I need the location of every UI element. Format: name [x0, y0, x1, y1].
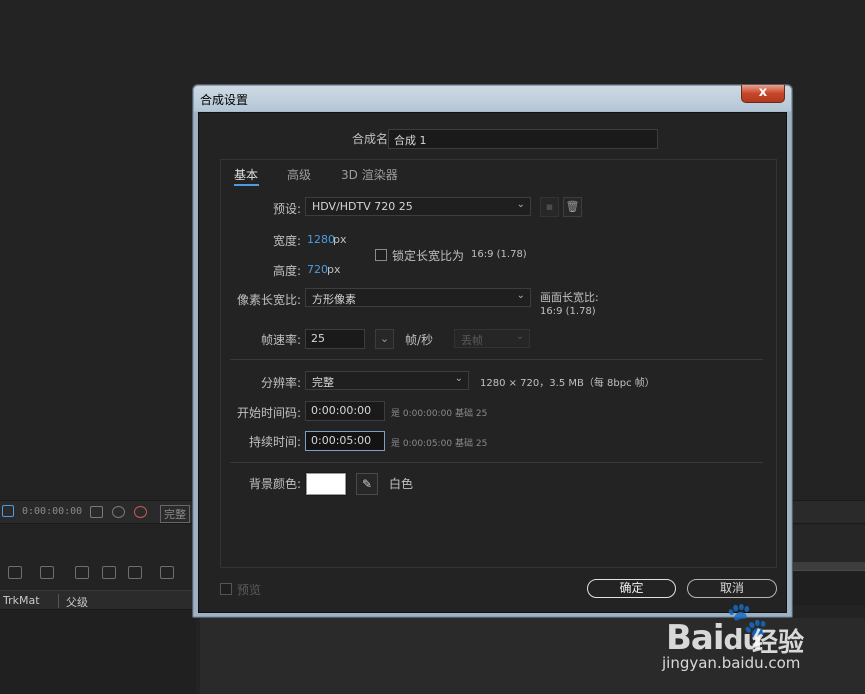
dialog-title: 合成设置 [200, 93, 249, 107]
start-timecode-label: 开始时间码: [236, 406, 301, 420]
timecode-display[interactable]: 0:00:00:00 [22, 506, 82, 517]
pixel-aspect-label: 像素长宽比: [236, 293, 301, 307]
region-icon[interactable] [2, 505, 14, 517]
width-label: 宽度: [272, 234, 301, 248]
frame-rate-label: 帧速率: [260, 333, 301, 347]
background-color-label: 背景颜色: [248, 477, 301, 491]
divider [230, 462, 763, 463]
dialog-body: 合成名称: 合成 1 基本 高级 3D 渲染器 预设: HDV/HDTV 720… [198, 112, 787, 613]
watermark-url: jingyan.baidu.com [662, 654, 801, 672]
tab-advanced[interactable]: 高级 [287, 166, 311, 183]
preset-select[interactable]: HDV/HDTV 720 25 ⌄ [305, 197, 531, 216]
composition-settings-dialog: 合成设置 x 合成名称: 合成 1 基本 高级 3D 渲染器 预设: HDV/H… [192, 84, 793, 618]
preview-label: 预览 [237, 583, 262, 597]
parent-column[interactable]: 父级 [66, 594, 88, 610]
height-value[interactable]: 720 [307, 263, 328, 276]
resolution-label: 分辨率: [260, 376, 301, 390]
comp-name-input[interactable]: 合成 1 [388, 129, 658, 149]
3d-layer-icon[interactable] [40, 566, 54, 579]
frame-blend-icon[interactable] [75, 566, 89, 579]
drop-frame-value: 丢帧 [461, 334, 483, 347]
preset-value: HDV/HDTV 720 25 [312, 200, 413, 213]
tab-3d-renderer[interactable]: 3D 渲染器 [341, 166, 398, 183]
render-quality-select[interactable]: 完整 [160, 505, 190, 523]
frame-aspect-label: 画面长宽比: [540, 291, 599, 304]
width-value[interactable]: 1280 [307, 233, 335, 246]
baidu-jingyan-watermark: Baidu 🐾 经验 jingyan.baidu.com [660, 600, 860, 690]
start-timecode-is: 是 0:00:00:00 [391, 409, 453, 419]
frame-rate-input[interactable]: 25 [305, 329, 365, 349]
timeline-column-headers: TrkMat 父级 [0, 590, 195, 610]
background-color-name: 白色 [389, 477, 414, 491]
start-timecode-input[interactable]: 0:00:00:00 [305, 401, 385, 421]
layer-list-area [0, 610, 196, 694]
resolution-value: 完整 [312, 376, 334, 389]
preset-label: 预设: [272, 202, 301, 216]
settings-panel [220, 159, 777, 568]
chevron-down-icon: ⌄ [454, 373, 463, 384]
lock-aspect-checkbox[interactable] [375, 249, 387, 261]
height-unit: px [327, 263, 341, 276]
chevron-down-icon: ⌄ [516, 199, 525, 210]
eyedropper-icon[interactable]: ✎ [356, 473, 378, 495]
resolution-info: 1280 × 720，3.5 MB（每 8bpc 帧） [480, 378, 655, 389]
timeline-ruler [790, 525, 865, 565]
preview-checkbox[interactable] [220, 583, 232, 595]
duration-input[interactable]: 0:00:05:00 [305, 431, 385, 451]
pixel-aspect-select[interactable]: 方形像素 ⌄ [305, 288, 531, 307]
duration-label: 持续时间: [248, 435, 301, 449]
column-divider [58, 594, 59, 608]
close-button[interactable]: x [741, 85, 785, 103]
drop-frame-select[interactable]: 丢帧 ⌄ [454, 329, 530, 348]
pixel-aspect-value: 方形像素 [312, 293, 356, 306]
resolution-select[interactable]: 完整 ⌄ [305, 371, 469, 390]
color-channels-icon[interactable] [134, 506, 147, 518]
shy-icon[interactable] [8, 566, 22, 579]
trkmat-column[interactable]: TrkMat [3, 594, 40, 607]
work-area-bar[interactable] [790, 562, 865, 570]
background-color-swatch[interactable] [306, 473, 346, 495]
duration-base: 基础 25 [455, 439, 488, 449]
camera-icon[interactable] [90, 506, 103, 518]
lock-aspect-ratio: 16:9 (1.78) [471, 249, 527, 260]
tab-basic[interactable]: 基本 [234, 166, 258, 183]
lock-aspect-label: 锁定长宽比为 [392, 249, 465, 263]
trash-icon[interactable]: 🗑 [563, 197, 582, 217]
chevron-down-icon: ⌄ [516, 290, 525, 301]
adjustment-icon[interactable] [128, 566, 142, 579]
active-tab-indicator [234, 184, 259, 186]
save-preset-icon[interactable]: ▪ [540, 197, 559, 217]
frame-rate-unit: 帧/秒 [405, 333, 434, 347]
divider [230, 359, 763, 360]
chevron-down-icon: ⌄ [515, 331, 524, 342]
ok-button[interactable]: 确定 [587, 579, 676, 598]
cancel-button[interactable]: 取消 [687, 579, 777, 598]
frame-rate-dropdown-icon[interactable]: ⌄ [375, 329, 394, 349]
frame-aspect-value: 16:9 (1.78) [540, 306, 596, 317]
duration-is: 是 0:00:05:00 [391, 439, 453, 449]
timeline-switches-row [0, 560, 195, 586]
motion-blur-icon[interactable] [102, 566, 116, 579]
graph-editor-icon[interactable] [160, 566, 174, 579]
height-label: 高度: [272, 264, 301, 278]
width-unit: px [333, 233, 347, 246]
start-timecode-base: 基础 25 [455, 409, 488, 419]
link-icon[interactable] [112, 506, 125, 518]
